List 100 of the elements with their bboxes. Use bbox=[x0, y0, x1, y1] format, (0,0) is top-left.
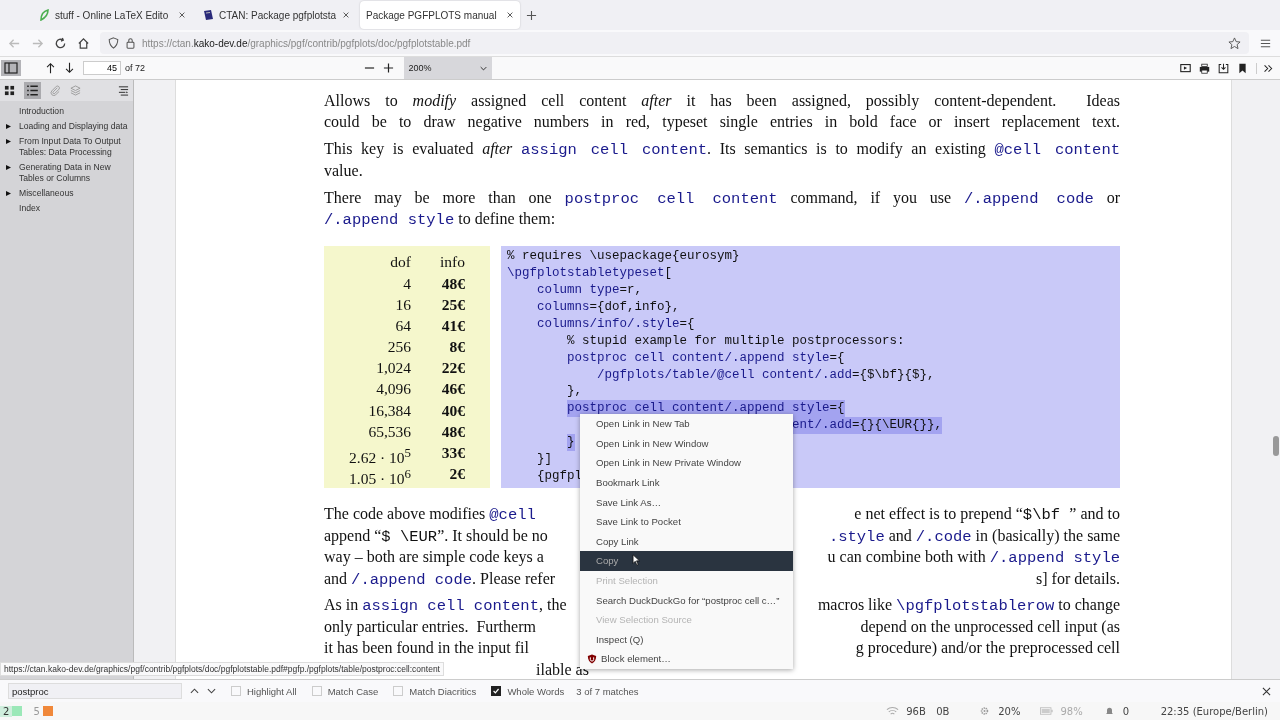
paperclip-icon[interactable] bbox=[50, 85, 61, 96]
table-cell-text: 25€ bbox=[440, 294, 465, 315]
checkbox-label[interactable]: Highlight All bbox=[247, 685, 297, 697]
zoom-select[interactable]: 200% bbox=[403, 57, 492, 79]
table-cell-text: 16,384 bbox=[367, 400, 411, 421]
checkbox[interactable] bbox=[491, 686, 502, 696]
shield-icon bbox=[108, 37, 119, 49]
book-icon bbox=[202, 9, 214, 21]
outline-item[interactable]: Loading and Displaying data bbox=[19, 121, 128, 132]
next-match-icon[interactable] bbox=[207, 688, 216, 694]
table-cell-text: 41€ bbox=[440, 315, 465, 336]
previous-page-icon[interactable] bbox=[45, 62, 56, 74]
close-icon[interactable] bbox=[178, 11, 186, 19]
presentation-icon[interactable] bbox=[1180, 62, 1191, 74]
outline-item[interactable]: Miscellaneous bbox=[19, 188, 74, 199]
body-text: This key is evaluated after assign cell content. Its semantics is to modify an existing @cell content bbox=[324, 139, 1120, 160]
scrollbar-thumb[interactable] bbox=[1273, 436, 1279, 456]
menu-item[interactable]: Search DuckDuckGo for “postproc cell c…” bbox=[580, 590, 793, 610]
print-icon[interactable] bbox=[1199, 62, 1210, 74]
find-field[interactable]: postproc bbox=[8, 683, 182, 699]
close-icon[interactable] bbox=[342, 11, 350, 19]
body-text: value. bbox=[324, 160, 363, 181]
table-cell-text: 4 bbox=[402, 273, 411, 294]
page-count: of 72 bbox=[125, 63, 146, 73]
outline-item[interactable]: Introduction bbox=[19, 106, 64, 117]
table-cell-text: 65,536 bbox=[367, 421, 411, 442]
menu-item[interactable]: Open Link in New Private Window bbox=[580, 453, 793, 473]
menu-item[interactable]: Save Link to Pocket bbox=[580, 511, 793, 532]
menu-item[interactable]: Open Link in New Window bbox=[580, 433, 793, 454]
checkbox-label[interactable]: Match Diacritics bbox=[409, 685, 477, 697]
more-tools-icon[interactable] bbox=[1256, 62, 1274, 74]
expand-arrow-icon[interactable] bbox=[6, 191, 11, 196]
star-icon[interactable] bbox=[1228, 36, 1241, 50]
caret-icon bbox=[479, 65, 487, 71]
reload-icon[interactable] bbox=[54, 36, 67, 50]
battery-level: 98% bbox=[1060, 705, 1083, 717]
download-icon[interactable] bbox=[1218, 62, 1229, 74]
code-line: {pgfpl bbox=[537, 467, 582, 485]
body-text: The code above modifies @cell bbox=[324, 504, 536, 525]
bookmark-icon[interactable] bbox=[1237, 62, 1248, 74]
menu-item[interactable]: Copy bbox=[580, 551, 793, 571]
outline-item[interactable]: Generating Data in New Tables or Columns bbox=[19, 162, 129, 184]
body-text: u can combine both with /.append style bbox=[827, 547, 1120, 568]
clock: 22:35 (Europe/Berlin) bbox=[1160, 705, 1268, 717]
checkbox-label[interactable]: Match Case bbox=[327, 685, 379, 697]
code-line: \pgfplotstabletypeset[ bbox=[507, 265, 673, 283]
zoom-in-icon[interactable] bbox=[382, 62, 394, 74]
address-bar[interactable]: https://ctan.kako-dev.de/graphics/pgf/contrib/pgfplots/doc/pgfplotstable.pdf bbox=[100, 32, 1249, 54]
body-text: way – both are simple code keys a bbox=[324, 547, 544, 568]
body-text: could be to draw negative numbers in red, typeset single entries in bold face or insert replacement text. bbox=[324, 112, 1120, 133]
menu-item[interactable]: Block element… bbox=[580, 649, 793, 669]
battery-icon bbox=[1040, 706, 1054, 716]
outline-icon[interactable] bbox=[24, 82, 41, 99]
browser-tab[interactable]: Package PGFPLOTS manual bbox=[360, 1, 520, 29]
close-icon[interactable] bbox=[506, 11, 514, 19]
code-line: % requires \usepackage{eurosym} bbox=[507, 248, 740, 266]
code-line: % stupid example for multiple postprocessors: bbox=[567, 332, 905, 350]
outline-item[interactable]: Index bbox=[19, 203, 41, 214]
body-text: macros like \pgfplotstablerow to change bbox=[817, 595, 1120, 616]
close-icon[interactable] bbox=[1262, 686, 1271, 696]
body-text: append “$ \EUR”. It should be no bbox=[324, 525, 548, 547]
sidebar-toggle-icon[interactable] bbox=[1, 60, 21, 76]
body-text: .style and /.code in (basically) the same bbox=[828, 525, 1120, 547]
table-cell-text: 2€ bbox=[448, 464, 465, 485]
expand-arrow-icon[interactable] bbox=[6, 124, 11, 129]
table-cell-text: 22€ bbox=[440, 358, 465, 379]
browser-tab[interactable]: CTAN: Package pgfplotsta bbox=[196, 1, 356, 29]
menu-item[interactable]: Copy Link bbox=[580, 531, 793, 552]
workspace-button[interactable]: 2 bbox=[0, 705, 13, 717]
table-cell-text: 4,096 bbox=[375, 379, 411, 400]
body-text: As in assign cell content, the bbox=[324, 595, 567, 616]
home-icon[interactable] bbox=[77, 36, 90, 50]
lock-icon bbox=[125, 37, 136, 49]
body-text: only particular entries. Furtherm bbox=[324, 616, 536, 638]
code-line: /pgfplots/table/@cell content/.add={$\bf}{$}, bbox=[597, 366, 935, 384]
cpu-usage: 20% bbox=[998, 705, 1021, 717]
expand-arrow-icon[interactable] bbox=[6, 139, 11, 144]
previous-match-icon[interactable] bbox=[190, 688, 199, 694]
table-cell-text: 64 bbox=[394, 315, 411, 336]
new-tab-icon[interactable] bbox=[526, 9, 537, 21]
expand-arrow-icon[interactable] bbox=[6, 165, 11, 170]
url-text: https://ctan.kako-dev.de/graphics/pgf/contrib/pgfplots/doc/pgfplotstable.pdf bbox=[142, 37, 472, 49]
thumbnails-icon[interactable] bbox=[4, 85, 15, 96]
table-cell-text: 33€ bbox=[440, 443, 465, 464]
code-line: columns/info/.style={ bbox=[537, 315, 695, 333]
code-line: column type=r, bbox=[537, 282, 643, 299]
body-text: Allows to modify assigned cell content after it has been assigned, possibly content-dependent. Ideas bbox=[324, 91, 1120, 112]
browser-tab[interactable]: stuff - Online LaTeX Edito bbox=[32, 1, 192, 29]
upload-rate: 0B bbox=[936, 705, 951, 717]
table-cell-text: 8€ bbox=[448, 337, 465, 358]
page-number-field[interactable]: 45 bbox=[83, 61, 121, 75]
menu-item[interactable]: Save Link As… bbox=[580, 492, 793, 512]
menu-item[interactable]: Bookmark Link bbox=[580, 472, 793, 493]
current-outline-item-icon[interactable] bbox=[118, 85, 129, 96]
next-page-icon[interactable] bbox=[64, 62, 75, 74]
outline-item[interactable]: From Input Data To Output Tables: Data Processing bbox=[19, 136, 129, 158]
menu-item[interactable]: Inspect (Q) bbox=[580, 629, 793, 650]
body-text: s] for details. bbox=[1036, 568, 1120, 589]
checkbox-label[interactable]: Whole Words bbox=[507, 685, 565, 697]
body-text: it has been found in the input fil bbox=[324, 638, 529, 659]
